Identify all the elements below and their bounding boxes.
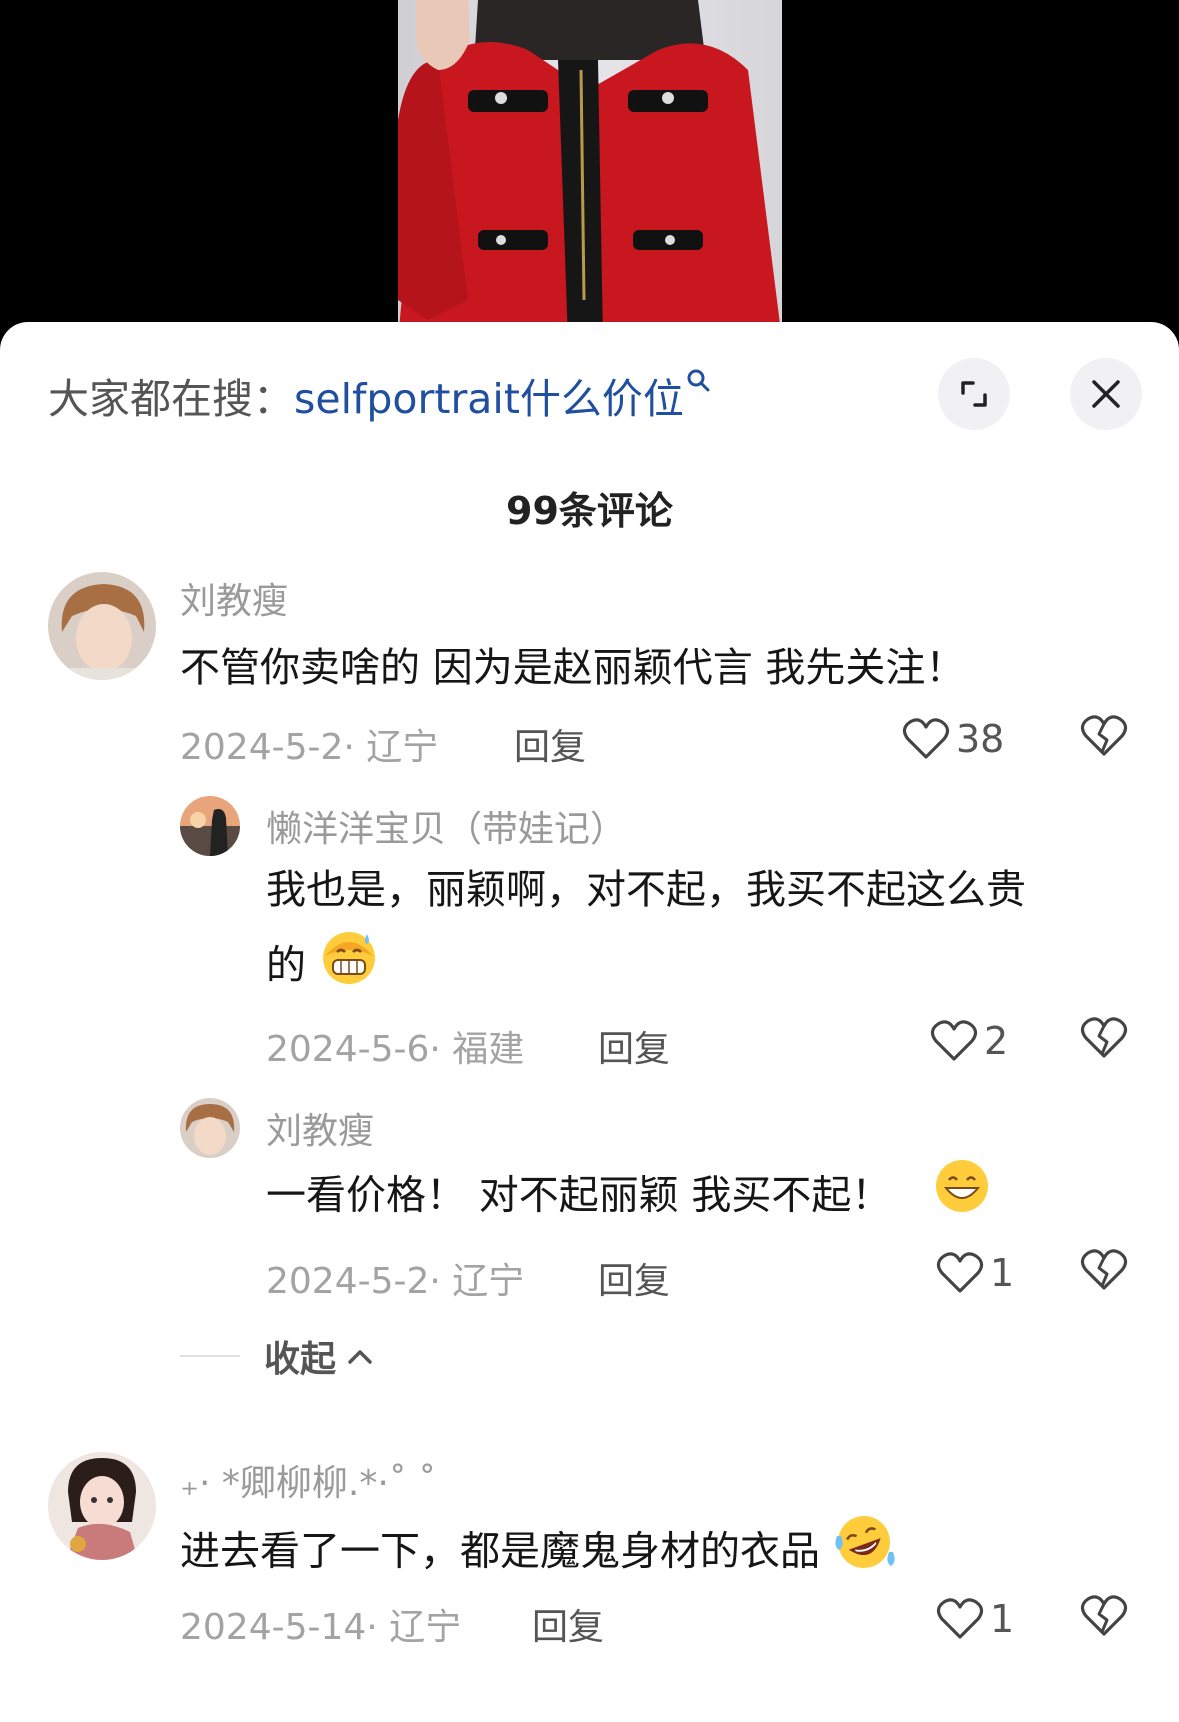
comment-username[interactable]: ₊· *卿柳柳.*·˚ ˚ (180, 1454, 436, 1506)
search-suggestion-link[interactable]: selfportrait什么价位 (294, 365, 684, 425)
broken-heart-icon (1080, 1249, 1128, 1290)
like-count: 1 (990, 1597, 1015, 1641)
comment-text-tail: 的 (266, 942, 306, 989)
comment-username[interactable]: 刘教瘦 (266, 1102, 374, 1154)
search-suggestion-prefix: 大家都在搜： (48, 375, 294, 423)
heart-icon (936, 1598, 984, 1639)
dislike-button[interactable] (1080, 1016, 1130, 1066)
rofl-emoji-icon (833, 1512, 895, 1595)
like-button[interactable]: 1 (936, 1248, 1014, 1298)
dislike-button[interactable] (1080, 1594, 1130, 1644)
divider (180, 1355, 240, 1357)
comment-username[interactable]: 懒洋洋宝贝（带娃记） (266, 800, 626, 852)
comment-meta: 2024-5-14· 辽宁 (180, 1607, 462, 1648)
comment-text: 不管你卖啥的 因为是赵丽颖代言 我先关注！ (180, 645, 966, 691)
comment-meta: 2024-5-6· 福建 (266, 1029, 525, 1070)
comment-text: 我也是，丽颖啊，对不起，我买不起这么贵 (266, 867, 1026, 913)
collapse-replies-button[interactable]: 收起 (180, 1330, 374, 1382)
avatar[interactable] (180, 1098, 240, 1158)
broken-heart-icon (1080, 1595, 1128, 1636)
dislike-button[interactable] (1080, 714, 1130, 764)
search-suggestion[interactable]: 大家都在搜： selfportrait什么价位 (48, 368, 712, 423)
grin-emoji-icon (932, 1156, 992, 1239)
avatar[interactable] (48, 572, 156, 680)
reply-button[interactable]: 回复 (598, 1252, 670, 1304)
video-area[interactable] (0, 0, 1179, 340)
like-count: 2 (984, 1019, 1009, 1063)
chevron-up-icon (348, 1350, 372, 1364)
comment-meta: 2024-5-2· 辽宁 (266, 1261, 525, 1302)
broken-heart-icon (1080, 1017, 1128, 1058)
video-thumbnail (398, 0, 782, 340)
like-button[interactable]: 2 (930, 1016, 1008, 1066)
close-button[interactable] (1070, 358, 1142, 430)
comment-meta: 2024-5-2· 辽宁 (180, 727, 439, 768)
broken-heart-icon (1080, 715, 1128, 756)
comment-text-line2: 的 (266, 926, 379, 1009)
heart-icon (930, 1020, 978, 1061)
close-icon (1092, 380, 1120, 408)
comment-text-line: 一看价格！ 对不起丽颖 我买不起！ (266, 1156, 992, 1239)
comments-count-title: 99条评论 (506, 489, 673, 533)
avatar[interactable] (48, 1452, 156, 1560)
collapse-label: 收起 (264, 1339, 337, 1380)
expand-icon (961, 381, 987, 407)
comment-sheet: 大家都在搜： selfportrait什么价位 99条评论 刘教瘦 不管你卖啥的… (0, 322, 1179, 1722)
comment-username[interactable]: 刘教瘦 (180, 572, 288, 624)
like-button[interactable]: 38 (902, 714, 1004, 764)
reply-button[interactable]: 回复 (598, 1020, 670, 1072)
comment-text: 进去看了一下，都是魔鬼身材的衣品 (180, 1528, 820, 1575)
comment-text: 一看价格！ 对不起丽颖 我买不起！ (266, 1172, 892, 1219)
like-button[interactable]: 1 (936, 1594, 1014, 1644)
search-icon (686, 368, 712, 394)
grimace-sweat-emoji-icon (319, 926, 379, 1009)
comment-text-line: 进去看了一下，都是魔鬼身材的衣品 (180, 1512, 895, 1595)
reply-button[interactable]: 回复 (514, 718, 586, 770)
like-count: 1 (990, 1251, 1015, 1295)
avatar[interactable] (180, 796, 240, 856)
like-count: 38 (956, 717, 1005, 761)
heart-icon (936, 1252, 984, 1293)
dislike-button[interactable] (1080, 1248, 1130, 1298)
reply-button[interactable]: 回复 (532, 1598, 604, 1650)
heart-icon (902, 718, 950, 759)
expand-button[interactable] (938, 358, 1010, 430)
